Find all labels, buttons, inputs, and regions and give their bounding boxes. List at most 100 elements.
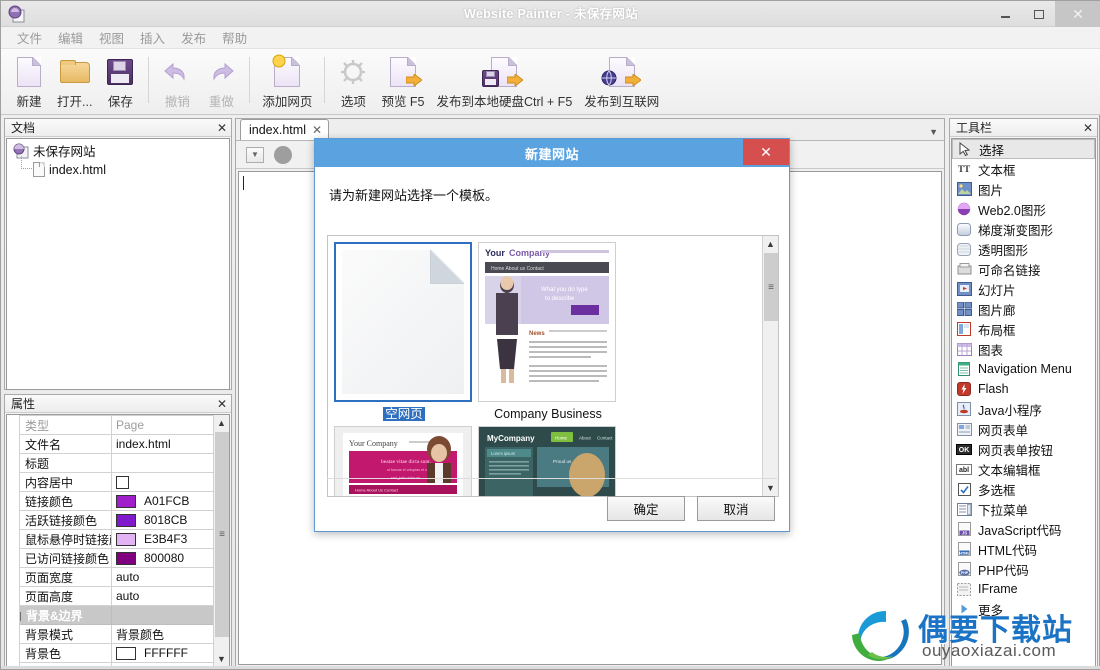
toolbar-open-button[interactable]: 打开... xyxy=(51,53,98,111)
cancel-button[interactable]: 取消 xyxy=(697,496,775,521)
toolbar-new-button[interactable]: 新建 xyxy=(7,53,51,111)
dialog-close-button[interactable]: ✕ xyxy=(743,139,789,165)
tool-image[interactable]: 图片 xyxy=(952,179,1095,199)
prop-value-page-width[interactable]: auto xyxy=(111,567,229,587)
prop-value-bg-color[interactable]: FFFFFF xyxy=(111,643,229,663)
collapse-expander-icon[interactable]: - xyxy=(12,611,21,621)
scroll-up-icon[interactable]: ▲ xyxy=(763,236,778,252)
tool-javascript-code[interactable]: JS JavaScript代码 xyxy=(952,519,1095,539)
scrollbar-thumb[interactable]: ≡ xyxy=(764,253,778,321)
menu-help[interactable]: 帮助 xyxy=(214,26,255,49)
toolbar-undo-button[interactable]: 撤销 xyxy=(155,53,199,111)
close-icon[interactable]: ✕ xyxy=(217,398,227,410)
prop-value-title[interactable] xyxy=(111,453,229,473)
chevron-down-icon[interactable]: ▼ xyxy=(929,127,938,137)
tool-php-code[interactable]: PHP PHP代码 xyxy=(952,559,1095,579)
table-row[interactable]: 活跃链接颜色 8018CB xyxy=(7,510,229,530)
template-thumbnail[interactable]: MyCompany Home About Contact Lorem ipsum xyxy=(478,426,616,496)
toolbar-publish-disk-button[interactable]: 发布到本地硬盘Ctrl + F5 xyxy=(431,53,579,111)
table-row[interactable]: 文件名 index.html xyxy=(7,434,229,454)
toolbar-preview-button[interactable]: 预览 F5 xyxy=(375,53,430,111)
checkbox-icon[interactable] xyxy=(116,476,129,490)
toolbar-redo-button[interactable]: 重做 xyxy=(199,53,243,111)
tool-named-link[interactable]: 可命名链接 xyxy=(952,259,1095,279)
color-swatch[interactable] xyxy=(116,495,136,509)
prop-value-hover-link-color[interactable]: E3B4F3 xyxy=(111,529,229,549)
prop-value-page-height[interactable]: auto xyxy=(111,586,229,606)
table-row[interactable]: 链接颜色 A01FCB xyxy=(7,491,229,511)
close-icon[interactable]: ✕ xyxy=(217,122,227,134)
maximize-button[interactable] xyxy=(1022,1,1055,27)
scroll-up-icon[interactable]: ▲ xyxy=(214,415,229,431)
template-card-company-business[interactable]: Your Company Home About us Contact What … xyxy=(478,242,618,422)
prop-value-active-link-color[interactable]: 8018CB xyxy=(111,510,229,530)
tool-checkbox[interactable]: 多选框 xyxy=(952,479,1095,499)
toolbar-add-page-button[interactable]: 添加网页 xyxy=(256,53,318,111)
tree-item-index-html[interactable]: index.html xyxy=(7,156,229,177)
toolbar-publish-web-button[interactable]: 发布到互联网 xyxy=(578,53,665,111)
tool-textbox[interactable]: TT 文本框 xyxy=(952,159,1095,179)
prop-value-filename[interactable]: index.html xyxy=(111,434,229,454)
tool-java-applet[interactable]: Java小程序 xyxy=(952,399,1095,419)
tab-index-html[interactable]: index.html ✕ xyxy=(240,119,330,140)
table-row[interactable]: 内容居中 xyxy=(7,472,229,492)
close-window-button[interactable]: ✕ xyxy=(1055,1,1100,27)
toolbar-save-button[interactable]: 保存 xyxy=(98,53,142,111)
template-card-teal[interactable]: MyCompany Home About Contact Lorem ipsum xyxy=(478,426,618,496)
tool-web-form[interactable]: 网页表单 xyxy=(952,419,1095,439)
table-row[interactable]: 鼠标悬停时链接颜色 E3B4F3 xyxy=(7,529,229,549)
tree-root-site[interactable]: 未保存网站 xyxy=(7,139,229,160)
table-row[interactable]: 背景色 FFFFFF xyxy=(7,643,229,663)
tool-form-button[interactable]: OK 网页表单按钮 xyxy=(952,439,1095,459)
tool-layout-box[interactable]: 布局框 xyxy=(952,319,1095,339)
tool-gradient-shape[interactable]: 梯度渐变图形 xyxy=(952,219,1095,239)
color-swatch[interactable] xyxy=(116,647,136,661)
scrollbar-thumb[interactable]: ≡ xyxy=(215,432,229,637)
close-icon[interactable]: ✕ xyxy=(1083,122,1093,134)
close-icon[interactable]: ✕ xyxy=(312,123,322,137)
tool-slideshow[interactable]: 幻灯片 xyxy=(952,279,1095,299)
tool-gallery[interactable]: 图片廊 xyxy=(952,299,1095,319)
scroll-down-icon[interactable]: ▼ xyxy=(763,480,778,496)
toolbar-options-button[interactable]: 选项 xyxy=(331,53,375,111)
prop-value-bg-mode[interactable]: 背景颜色 xyxy=(111,624,229,644)
template-thumbnail[interactable]: Your Company beatae vitae dicta sunt. ut… xyxy=(334,426,472,496)
menu-edit[interactable]: 编辑 xyxy=(50,26,91,49)
tool-navigation-menu[interactable]: Navigation Menu xyxy=(952,359,1095,379)
color-swatch[interactable] xyxy=(116,552,136,566)
menu-view[interactable]: 视图 xyxy=(91,26,132,49)
ok-button[interactable]: 确定 xyxy=(607,496,685,521)
tool-flash[interactable]: Flash xyxy=(952,379,1095,399)
template-card-blank[interactable]: 空网页 xyxy=(334,242,474,422)
tool-iframe[interactable]: IFrame xyxy=(952,579,1095,599)
menu-file[interactable]: 文件 xyxy=(9,26,50,49)
tool-table[interactable]: 图表 xyxy=(952,339,1095,359)
table-row[interactable]: 标题 xyxy=(7,453,229,473)
tool-more[interactable]: 更多 xyxy=(952,599,1095,619)
template-card-pink-company[interactable]: Your Company beatae vitae dicta sunt. ut… xyxy=(334,426,474,496)
table-row[interactable]: 页面高度 auto xyxy=(7,586,229,606)
table-row[interactable]: 背景模式 背景颜色 xyxy=(7,624,229,644)
tool-transparent-shape[interactable]: 透明图形 xyxy=(952,239,1095,259)
template-thumbnail[interactable] xyxy=(334,242,472,402)
minimize-button[interactable] xyxy=(989,1,1022,27)
color-swatch[interactable] xyxy=(116,514,136,528)
color-swatch[interactable] xyxy=(116,533,136,547)
tool-web20-shape[interactable]: Web2.0图形 xyxy=(952,199,1095,219)
tool-html-code[interactable]: HTML HTML代码 xyxy=(952,539,1095,559)
ellipse-tool-icon[interactable] xyxy=(274,145,292,164)
prop-value-visited-link-color[interactable]: 800080 xyxy=(111,548,229,568)
table-row[interactable]: 页面宽度 auto xyxy=(7,567,229,587)
prop-value-center[interactable] xyxy=(111,472,229,492)
template-scrollbar[interactable]: ▲ ≡ ▼ xyxy=(762,236,778,496)
table-row[interactable]: 已访问链接颜色 800080 xyxy=(7,548,229,568)
editor-dropdown[interactable]: ▼ xyxy=(246,146,264,163)
menu-insert[interactable]: 插入 xyxy=(132,26,173,49)
template-thumbnail[interactable]: Your Company Home About us Contact What … xyxy=(478,242,616,402)
scroll-down-icon[interactable]: ▼ xyxy=(214,651,229,667)
tool-select[interactable]: 选择 xyxy=(952,139,1095,159)
properties-group-background[interactable]: - 背景&边界 xyxy=(7,605,229,625)
prop-value-link-color[interactable]: A01FCB xyxy=(111,491,229,511)
tool-dropdown[interactable]: 下拉菜单 xyxy=(952,499,1095,519)
tool-text-editor[interactable]: abl 文本编辑框 xyxy=(952,459,1095,479)
